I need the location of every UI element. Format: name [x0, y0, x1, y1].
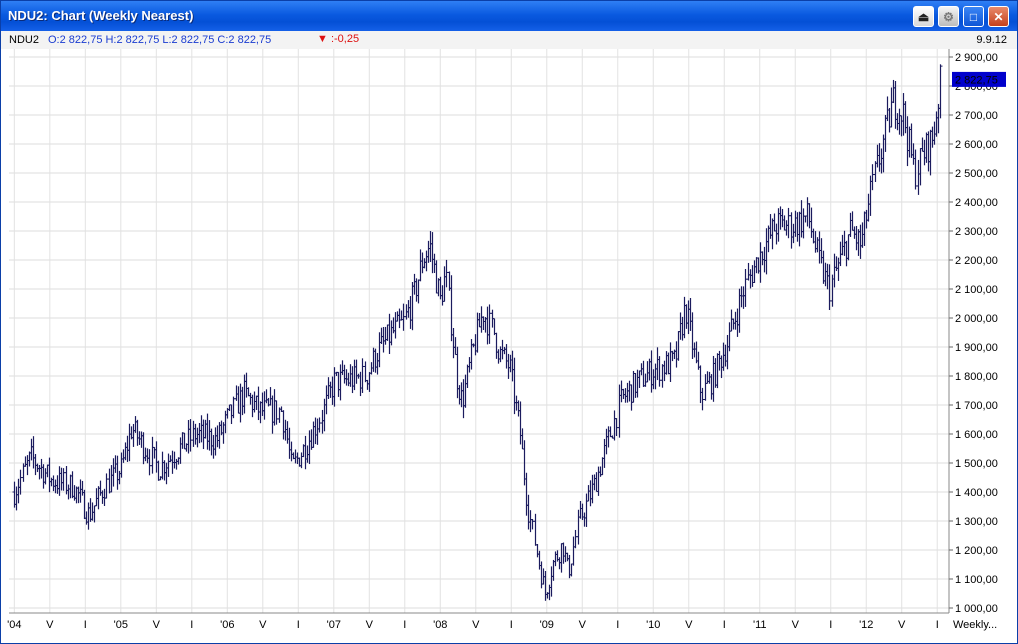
x-tick-label: V [792, 619, 800, 631]
y-tick-label: 2 400,00 [955, 197, 998, 209]
x-tick-label: V [46, 619, 54, 631]
x-tick-label: V [579, 619, 587, 631]
x-tick-label: I [403, 619, 406, 631]
x-tick-label: '08 [433, 619, 447, 631]
x-tick-label: I [829, 619, 832, 631]
chart-window: NDU2: Chart (Weekly Nearest) ⏏ ⚙ □ ✕ NDU… [0, 0, 1018, 644]
x-tick-label: '11 [753, 619, 767, 631]
x-tick-label: I [723, 619, 726, 631]
y-tick-label: 1 500,00 [955, 458, 998, 470]
y-tick-label: 1 800,00 [955, 371, 998, 383]
y-tick-label: 2 000,00 [955, 313, 998, 325]
y-tick-label: 2 200,00 [955, 255, 998, 267]
x-tick-label: V [366, 619, 374, 631]
x-tick-label: '10 [646, 619, 660, 631]
x-tick-label: V [259, 619, 267, 631]
y-tick-label: 1 200,00 [955, 545, 998, 557]
timeframe-label[interactable]: Weekly... [953, 619, 997, 631]
plot-area [9, 49, 949, 613]
x-tick-label: '09 [540, 619, 554, 631]
x-tick-label: I [936, 619, 939, 631]
x-axis-ticks: '04 V I '05 V I '06 V I '07 V I '08 V I '09 V I '10 V I '11 V I… [7, 619, 939, 631]
x-tick-label: I [510, 619, 513, 631]
x-tick-label: I [84, 619, 87, 631]
x-tick-label: '05 [114, 619, 128, 631]
x-tick-label: '12 [859, 619, 873, 631]
x-tick-label: I [616, 619, 619, 631]
y-tick-label: 1 900,00 [955, 342, 998, 354]
x-tick-label: '07 [327, 619, 341, 631]
y-tick-label: 2 500,00 [955, 168, 998, 180]
y-tick-label: 1 400,00 [955, 487, 998, 499]
x-tick-label: I [297, 619, 300, 631]
y-tick-label: 1 600,00 [955, 429, 998, 441]
y-tick-label: 1 100,00 [955, 574, 998, 586]
x-tick-label: V [472, 619, 480, 631]
x-tick-label: '04 [7, 619, 21, 631]
y-tick-label: 1 300,00 [955, 516, 998, 528]
y-tick-label: 2 600,00 [955, 139, 998, 151]
y-tick-label: 2 700,00 [955, 110, 998, 122]
x-tick-label: V [153, 619, 161, 631]
x-tick-label: '06 [220, 619, 234, 631]
y-tick-label: 2 100,00 [955, 284, 998, 296]
x-tick-label: I [190, 619, 193, 631]
x-tick-label: V [685, 619, 693, 631]
y-tick-label: 1 700,00 [955, 400, 998, 412]
y-axis-ticks: 2 900,002 800,002 700,002 600,002 500,00… [949, 52, 998, 615]
last-price-label: 2 822,75 [955, 74, 998, 86]
price-chart[interactable]: 2 900,002 800,002 700,002 600,002 500,00… [1, 1, 1017, 643]
y-tick-label: 2 300,00 [955, 226, 998, 238]
x-tick-label: V [898, 619, 906, 631]
y-tick-label: 1 000,00 [955, 603, 998, 615]
y-tick-label: 2 900,00 [955, 52, 998, 64]
